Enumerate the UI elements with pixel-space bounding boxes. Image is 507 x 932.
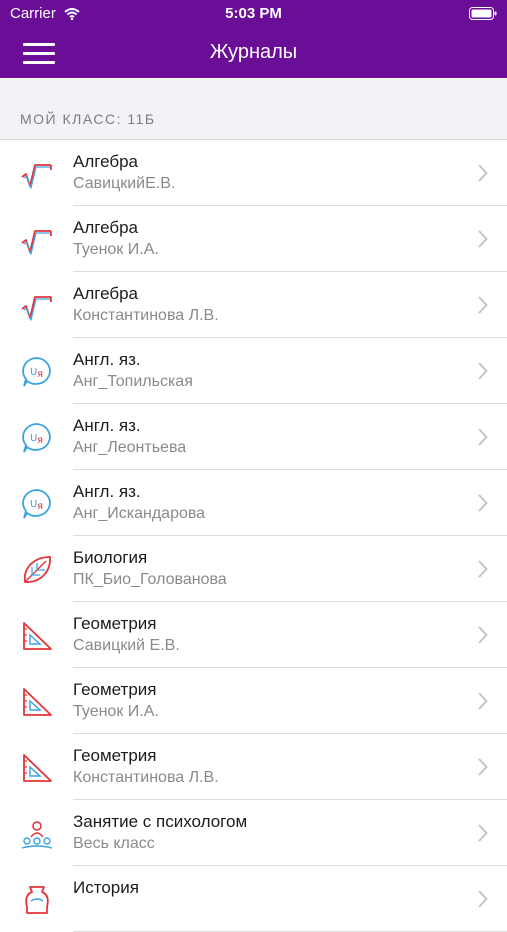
list-item[interactable]: Занятие с психологом Весь класс (0, 800, 507, 866)
item-subtitle: Туенок И.А. (73, 241, 159, 258)
item-title: Англ. яз. (73, 482, 141, 501)
item-title: История (73, 878, 139, 897)
algebra-icon (20, 289, 54, 323)
list-item[interactable]: Алгебра Константинова Л.В. (0, 272, 507, 338)
item-subtitle: Анг_Искандарова (73, 505, 206, 522)
item-subtitle: СавицкийЕ.В. (73, 175, 176, 192)
list-item[interactable]: Uя Англ. яз. Анг_Искандарова (0, 470, 507, 536)
item-title: Алгебра (73, 152, 138, 171)
chevron-right-icon (478, 692, 488, 710)
status-bar: Carrier 5:03 PM (0, 0, 507, 28)
list-item[interactable]: Геометрия Константинова Л.В. (0, 734, 507, 800)
battery-icon (469, 7, 497, 25)
svg-text:я: я (37, 501, 43, 512)
page-title: Журналы (209, 41, 298, 63)
chevron-right-icon (478, 296, 488, 314)
nav-bar: Журналы (0, 28, 507, 78)
chevron-right-icon (478, 560, 488, 578)
item-title: Геометрия (73, 680, 157, 699)
chevron-right-icon (478, 890, 488, 908)
chevron-right-icon (478, 230, 488, 248)
item-subtitle: Анг_Леонтьева (73, 439, 187, 456)
english-icon: Uя (20, 487, 54, 521)
section-header: МОЙ КЛАСС: 11Б (0, 79, 507, 140)
chevron-right-icon (478, 428, 488, 446)
item-title: Геометрия (73, 746, 157, 765)
list-item[interactable]: Биология ПК_Био_Голованова (0, 536, 507, 602)
svg-text:я: я (37, 369, 43, 380)
history-icon (20, 883, 54, 917)
item-title: Занятие с психологом (73, 812, 248, 831)
item-title: Геометрия (73, 614, 157, 633)
leaf-icon (20, 553, 54, 587)
item-title: Биология (73, 548, 148, 567)
item-subtitle: Константинова Л.В. (73, 307, 219, 324)
list-item[interactable]: Геометрия Савицкий Е.В. (0, 602, 507, 668)
list-item[interactable]: Алгебра СавицкийЕ.В. (0, 140, 507, 206)
item-subtitle: Константинова Л.В. (73, 769, 219, 786)
chevron-right-icon (478, 494, 488, 512)
list-item[interactable]: Uя Англ. яз. Анг_Леонтьева (0, 404, 507, 470)
geometry-icon (20, 751, 54, 785)
geometry-icon (20, 619, 54, 653)
list-item[interactable]: Алгебра Туенок И.А. (0, 206, 507, 272)
item-subtitle: ПК_Био_Голованова (73, 571, 227, 588)
item-subtitle: Савицкий Е.В. (73, 637, 180, 654)
chevron-right-icon (478, 164, 488, 182)
people-icon (20, 817, 54, 851)
algebra-icon (20, 157, 54, 191)
english-icon: Uя (20, 355, 54, 389)
item-subtitle: Туенок И.А. (73, 703, 159, 720)
item-title: Алгебра (73, 218, 138, 237)
english-icon: Uя (20, 421, 54, 455)
chevron-right-icon (478, 758, 488, 776)
item-title: Англ. яз. (73, 350, 141, 369)
list-item[interactable]: Uя Англ. яз. Анг_Топильская (0, 338, 507, 404)
clock: 5:03 PM (225, 5, 282, 22)
item-title: Алгебра (73, 284, 138, 303)
geometry-icon (20, 685, 54, 719)
list-item[interactable]: Геометрия Туенок И.А. (0, 668, 507, 734)
chevron-right-icon (478, 626, 488, 644)
journal-list: Алгебра СавицкийЕ.В. Алгебра Туенок И.А. Алг… (0, 140, 507, 932)
svg-text:я: я (37, 435, 43, 446)
list-item[interactable]: История (0, 866, 507, 932)
chevron-right-icon (478, 362, 488, 380)
item-subtitle: Анг_Топильская (73, 373, 193, 390)
section-title: МОЙ КЛАСС: 11Б (20, 111, 156, 127)
algebra-icon (20, 223, 54, 257)
item-title: Англ. яз. (73, 416, 141, 435)
chevron-right-icon (478, 824, 488, 842)
item-subtitle: Весь класс (73, 835, 155, 852)
